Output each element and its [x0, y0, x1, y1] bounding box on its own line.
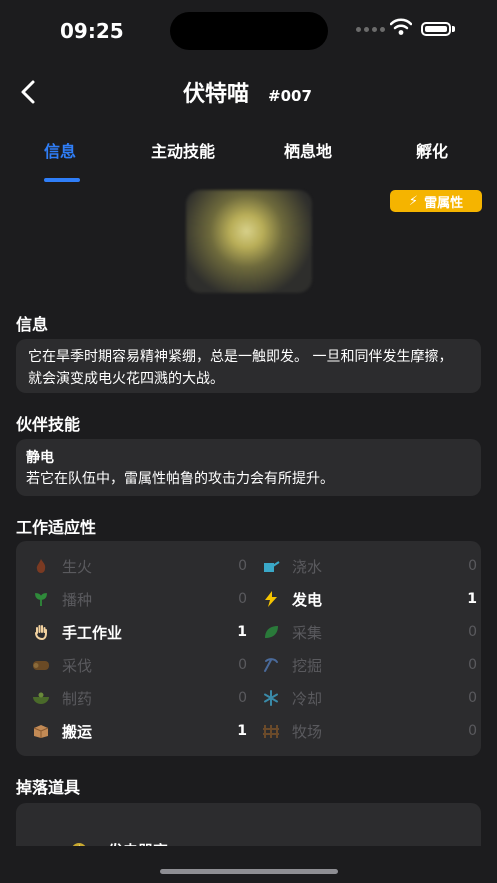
page-title: 伏特喵: [183, 82, 250, 107]
status-time: 09:25: [60, 19, 124, 43]
work-row-kindling: 生火 0: [32, 555, 247, 577]
leaf-icon: [262, 623, 280, 641]
mortar-icon: [32, 689, 50, 707]
bottom-fade: [0, 846, 497, 883]
work-row-medicine: 制药 0: [32, 687, 247, 709]
work-level: 0: [468, 657, 477, 673]
work-label: 挖掘: [292, 656, 323, 675]
tab-active-indicator: [44, 178, 80, 182]
work-row-farming: 牧场 0: [262, 720, 477, 742]
work-row-transporting: 搬运 1: [32, 720, 247, 742]
watering-can-icon: [262, 557, 280, 575]
pickaxe-icon: [262, 656, 280, 674]
drops-title: 掉落道具: [16, 778, 81, 797]
partner-skill-title: 伙伴技能: [16, 415, 81, 434]
work-level: 0: [468, 723, 477, 739]
work-level: 1: [237, 624, 247, 640]
hand-icon: [32, 623, 50, 641]
work-label: 播种: [62, 590, 93, 609]
work-level: 1: [467, 591, 477, 607]
work-row-planting: 播种 0: [32, 588, 247, 610]
box-icon: [32, 722, 50, 740]
nav-header: 伏特喵 #007: [0, 70, 497, 114]
flame-icon: [32, 557, 50, 575]
info-title: 信息: [16, 315, 49, 334]
fence-icon: [262, 722, 280, 740]
work-row-gathering: 采集 0: [262, 621, 477, 643]
work-level: 0: [238, 558, 247, 574]
work-label: 发电: [292, 590, 323, 609]
work-level: 0: [468, 624, 477, 640]
work-row-lumbering: 采伐 0: [32, 654, 247, 676]
work-label: 采伐: [62, 656, 93, 675]
work-level: 0: [468, 690, 477, 706]
lightning-icon: ⚡: [408, 193, 419, 209]
work-label: 手工作业: [62, 623, 123, 642]
dynamic-island: [170, 12, 328, 50]
work-row-cooling: 冷却 0: [262, 687, 477, 709]
partner-skill-name: 静电: [26, 450, 54, 466]
info-text: 它在旱季时期容易精神紧绷，总是一触即发。 一旦和同伴发生摩擦， 就会演变成电火花…: [28, 349, 453, 387]
partner-skill-description: 若它在队伍中，雷属性帕鲁的攻击力会有所提升。: [26, 471, 334, 487]
work-level: 1: [237, 723, 247, 739]
status-bar: 09:25: [0, 0, 497, 60]
work-suitability-title: 工作适应性: [16, 518, 97, 537]
work-label: 制药: [62, 689, 93, 708]
work-label: 搬运: [62, 722, 93, 741]
log-icon: [32, 656, 50, 674]
tab-breeding[interactable]: 孵化: [416, 138, 448, 162]
work-level: 0: [238, 657, 247, 673]
battery-icon: [421, 22, 451, 36]
work-level: 0: [238, 690, 247, 706]
tab-bar: 信息 主动技能 栖息地 孵化: [0, 130, 497, 182]
partner-skill-card: 静电 若它在队伍中，雷属性帕鲁的攻击力会有所提升。: [16, 439, 481, 496]
work-row-watering: 浇水 0: [262, 555, 477, 577]
home-indicator[interactable]: [160, 869, 338, 874]
pal-number: #007: [268, 87, 312, 105]
pal-image: [186, 190, 312, 293]
wifi-icon: [390, 18, 412, 35]
work-label: 采集: [292, 623, 323, 642]
tab-info[interactable]: 信息: [44, 138, 76, 162]
back-arrow-icon[interactable]: [16, 78, 42, 106]
work-row-mining: 挖掘 0: [262, 654, 477, 676]
element-badge: ⚡ 雷属性: [390, 190, 482, 212]
work-level: 0: [238, 591, 247, 607]
snowflake-icon: [262, 689, 280, 707]
tab-habitat[interactable]: 栖息地: [284, 138, 332, 162]
work-level: 0: [468, 558, 477, 574]
work-label: 浇水: [292, 557, 323, 576]
cellular-signal-icon: [356, 27, 385, 32]
work-label: 生火: [62, 557, 93, 576]
sprout-icon: [32, 590, 50, 608]
lightning-icon: [262, 590, 280, 608]
work-row-generating-electricity: 发电 1: [262, 588, 477, 610]
tab-active-skills[interactable]: 主动技能: [151, 138, 215, 162]
info-card: 它在旱季时期容易精神紧绷，总是一触即发。 一旦和同伴发生摩擦， 就会演变成电火花…: [16, 339, 481, 393]
work-row-handiwork: 手工作业 1: [32, 621, 247, 643]
battery-tip: [452, 26, 455, 32]
work-label: 牧场: [292, 722, 323, 741]
work-label: 冷却: [292, 689, 323, 708]
element-label: 雷属性: [424, 195, 464, 211]
